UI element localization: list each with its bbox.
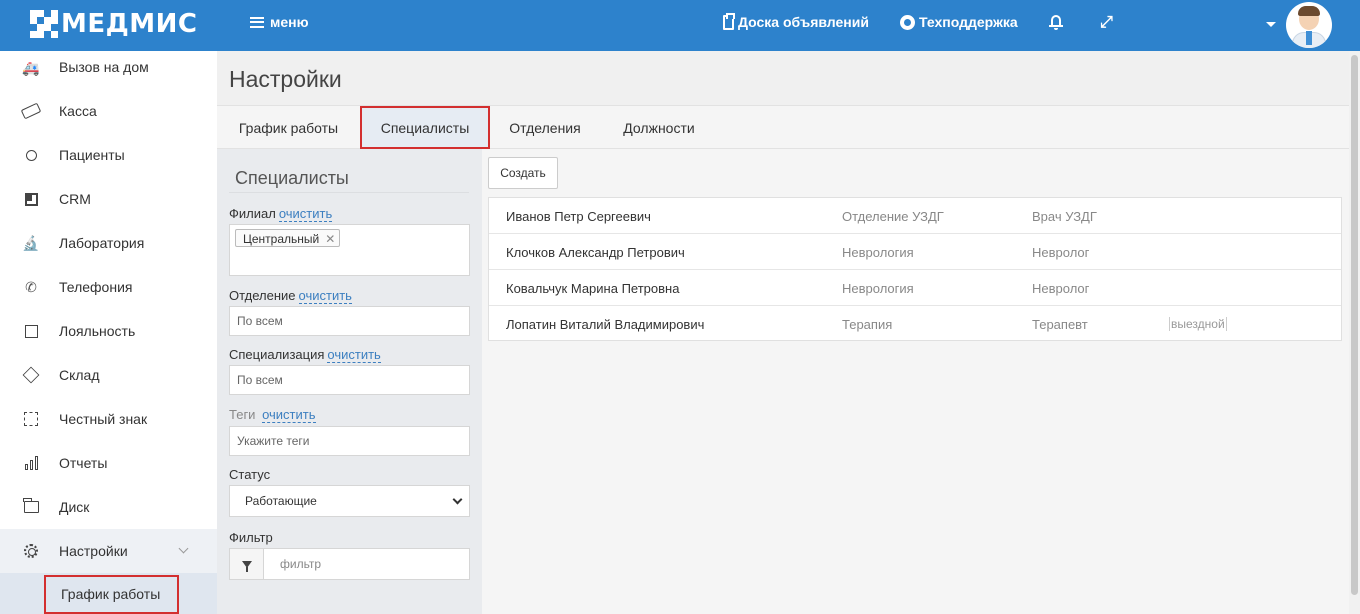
table-row[interactable]: Клочков Александр Петрович Неврология Не…: [489, 234, 1341, 270]
tags-label: Теги очистить: [229, 407, 316, 423]
specialist-department: Неврология: [842, 245, 914, 260]
user-menu-chevron-down-icon[interactable]: [1266, 22, 1276, 27]
sidebar-item-laboratory[interactable]: 🔬 Лаборатория: [0, 221, 217, 265]
qr-logo-icon: [30, 10, 58, 38]
table-row[interactable]: Иванов Петр Сергеевич Отделение УЗДГ Вра…: [489, 198, 1341, 234]
funnel-icon: [241, 560, 252, 572]
specialist-department: Неврология: [842, 281, 914, 296]
sidebar-item-disk[interactable]: Диск: [0, 485, 217, 529]
specialist-tag: выездной: [1169, 317, 1227, 331]
logo-text: МЕДМИС: [61, 9, 198, 39]
filter-addon: [230, 549, 264, 579]
specialization-clear-link[interactable]: очистить: [327, 347, 381, 363]
gear-icon: [22, 542, 40, 560]
support-label: Техподдержка: [919, 14, 1018, 30]
specialist-position: Врач УЗДГ: [1032, 209, 1097, 224]
menu-button[interactable]: меню: [250, 14, 309, 30]
phone-icon: ✆: [25, 278, 37, 295]
lifebuoy-icon: [900, 14, 915, 30]
avatar[interactable]: [1286, 2, 1332, 48]
specialist-department: Терапия: [842, 317, 893, 332]
crm-icon: [22, 190, 40, 208]
specialist-position: Невролог: [1032, 281, 1090, 296]
department-clear-link[interactable]: очистить: [298, 288, 352, 304]
department-select[interactable]: По всем: [229, 306, 470, 336]
status-select[interactable]: Работающие: [229, 485, 470, 517]
sidebar-item-telephony[interactable]: ✆ Телефония: [0, 265, 217, 309]
specialist-position: Терапевт: [1032, 317, 1088, 332]
status-label: Статус: [229, 467, 271, 482]
bar-chart-icon: [22, 454, 40, 472]
specialist-department: Отделение УЗДГ: [842, 209, 944, 224]
folder-icon: [22, 498, 40, 516]
branch-tag: Центральный ✕: [235, 229, 341, 247]
chevron-down-icon: [452, 494, 463, 505]
specialization-label: Специализация очистить: [229, 347, 381, 363]
table-row[interactable]: Ковальчук Марина Петровна Неврология Нев…: [489, 270, 1341, 306]
sidebar-item-settings[interactable]: Настройки: [0, 529, 217, 573]
tag-remove-icon[interactable]: ✕: [325, 232, 335, 246]
department-label: Отделение очистить: [229, 288, 352, 304]
menu-label: меню: [270, 14, 309, 30]
tags-clear-link[interactable]: очистить: [262, 407, 316, 423]
filter-input[interactable]: фильтр: [229, 548, 470, 580]
ambulance-icon: 🚑: [22, 59, 40, 76]
tab-bar: График работы Специалисты Отделения Долж…: [217, 105, 1349, 149]
specialist-position: Невролог: [1032, 245, 1090, 260]
gift-icon: [22, 322, 40, 340]
fullscreen-icon[interactable]: ⤢: [1100, 14, 1113, 32]
top-bar: МЕДМИС меню Доска объявлений Техподдержк…: [0, 0, 1360, 51]
page-scrollbar[interactable]: [1349, 51, 1360, 614]
sidebar: 🚑 Вызов на дом Касса Пациенты CRM 🔬 Лабо…: [0, 51, 217, 614]
specialist-name: Лопатин Виталий Владимирович: [506, 317, 705, 332]
branch-clear-link[interactable]: очистить: [278, 206, 333, 222]
filter-panel: Специалисты Филиал очистить Центральный ✕…: [217, 149, 482, 614]
tab-positions[interactable]: Должности: [600, 106, 718, 149]
announcements-label: Доска объявлений: [738, 14, 869, 30]
sidebar-subitem-work-schedule[interactable]: График работы: [44, 575, 179, 614]
sidebar-item-honest-sign[interactable]: Честный знак: [0, 397, 217, 441]
sidebar-item-crm[interactable]: CRM: [0, 177, 217, 221]
sidebar-item-loyalty[interactable]: Лояльность: [0, 309, 217, 353]
specialists-table: Иванов Петр Сергеевич Отделение УЗДГ Вра…: [488, 197, 1342, 341]
page-title: Настройки: [229, 66, 342, 92]
cash-icon: [20, 102, 42, 120]
specialists-content: Создать Иванов Петр Сергеевич Отделение …: [482, 149, 1349, 614]
sidebar-item-reports[interactable]: Отчеты: [0, 441, 217, 485]
bell-icon[interactable]: [1049, 15, 1063, 30]
table-row[interactable]: Лопатин Виталий Владимирович Терапия Тер…: [489, 306, 1341, 342]
tab-specialists[interactable]: Специалисты: [360, 106, 490, 149]
specialization-select[interactable]: По всем: [229, 365, 470, 395]
sidebar-item-warehouse[interactable]: Склад: [0, 353, 217, 397]
sidebar-item-cash[interactable]: Касса: [0, 89, 217, 133]
menu-icon: [250, 16, 264, 28]
scan-icon: [22, 410, 40, 428]
support-link[interactable]: Техподдержка: [900, 14, 1018, 30]
divider: [229, 192, 469, 193]
sidebar-item-patients[interactable]: Пациенты: [0, 133, 217, 177]
logo[interactable]: МЕДМИС: [30, 9, 198, 39]
specialist-name: Клочков Александр Петрович: [506, 245, 685, 260]
sidebar-subitem-container: График работы: [0, 573, 217, 614]
tab-work-schedule[interactable]: График работы: [217, 106, 360, 149]
tab-departments[interactable]: Отделения: [490, 106, 600, 149]
main-area: Настройки График работы Специалисты Отде…: [217, 51, 1349, 614]
microscope-icon: 🔬: [22, 234, 40, 251]
branch-label: Филиал очистить: [229, 206, 333, 222]
patients-icon: [22, 146, 40, 164]
announcements-link[interactable]: Доска объявлений: [723, 12, 869, 30]
chevron-down-icon: [178, 543, 189, 554]
filter-panel-title: Специалисты: [235, 168, 349, 188]
branch-multiselect[interactable]: Центральный ✕: [229, 224, 470, 276]
box-icon: [22, 366, 40, 384]
filter-label: Фильтр: [229, 530, 273, 545]
sidebar-item-home-visit[interactable]: 🚑 Вызов на дом: [0, 51, 217, 85]
tags-input[interactable]: Укажите теги: [229, 426, 470, 456]
create-button[interactable]: Создать: [488, 157, 558, 189]
specialist-name: Иванов Петр Сергеевич: [506, 209, 651, 224]
clipboard-icon: [723, 12, 735, 30]
specialist-name: Ковальчук Марина Петровна: [506, 281, 680, 296]
